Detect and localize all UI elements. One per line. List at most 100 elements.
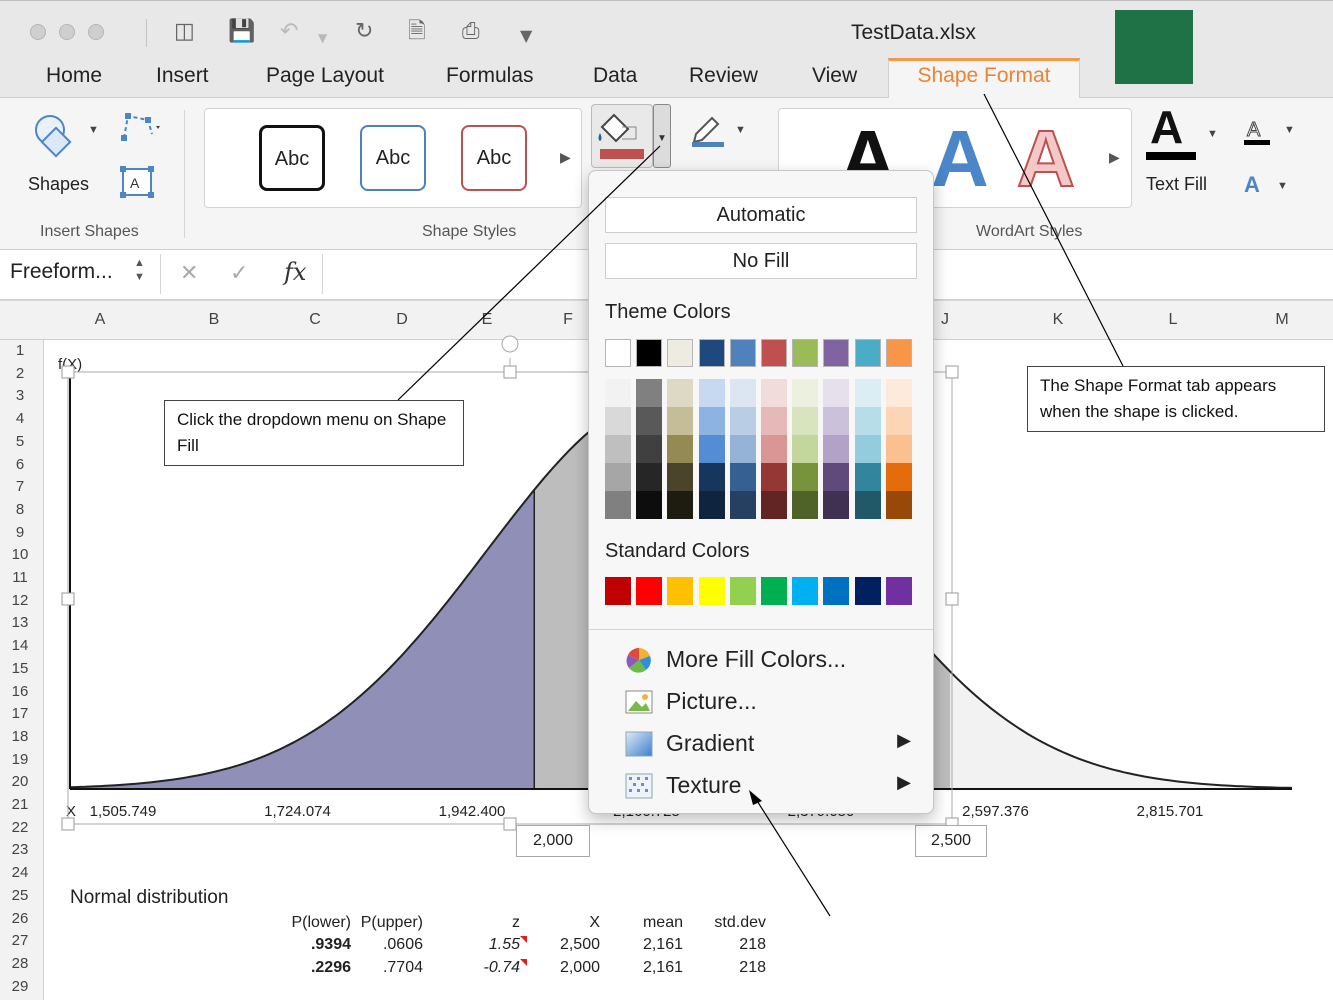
standard-color-swatch[interactable]	[885, 577, 912, 605]
theme-shade-swatch[interactable]	[667, 379, 694, 407]
theme-shade-swatch[interactable]	[636, 407, 663, 435]
theme-shade-swatch[interactable]	[761, 491, 787, 519]
texture-fill-item[interactable]: Texture ▶	[625, 768, 921, 804]
more-fill-colors-item[interactable]: More Fill Colors...	[625, 642, 921, 678]
theme-shade-swatch[interactable]	[636, 463, 663, 491]
theme-shade-swatch[interactable]	[605, 463, 631, 491]
theme-shade-swatch[interactable]	[854, 491, 881, 519]
theme-shade-swatch[interactable]	[667, 407, 694, 435]
theme-shade-swatch[interactable]	[761, 407, 787, 435]
standard-color-swatch[interactable]	[792, 577, 819, 605]
table-cell[interactable]: 2,000	[560, 959, 600, 977]
theme-shade-swatch[interactable]	[729, 379, 756, 407]
theme-shade-swatch[interactable]	[729, 491, 756, 519]
comment-indicator-icon[interactable]	[520, 959, 527, 966]
theme-shade-swatch[interactable]	[885, 407, 912, 435]
theme-shade-swatch[interactable]	[792, 491, 819, 519]
theme-shade-swatch[interactable]	[605, 407, 631, 435]
table-cell[interactable]: 218	[739, 936, 766, 954]
theme-shade-swatch[interactable]	[729, 407, 756, 435]
standard-color-swatch[interactable]	[729, 577, 756, 605]
theme-shade-swatch[interactable]	[854, 435, 881, 463]
theme-shade-swatch[interactable]	[885, 379, 912, 407]
standard-color-swatch[interactable]	[761, 577, 787, 605]
table-cell[interactable]: -0.74	[484, 959, 520, 977]
theme-shade-swatch[interactable]	[667, 491, 694, 519]
theme-shade-swatch[interactable]	[698, 407, 725, 435]
standard-color-swatch[interactable]	[854, 577, 881, 605]
picture-fill-item[interactable]: Picture...	[625, 684, 921, 720]
resize-handle	[503, 365, 517, 379]
table-header[interactable]: X	[589, 914, 600, 932]
theme-color-swatch[interactable]	[698, 339, 725, 367]
standard-color-swatch[interactable]	[605, 577, 631, 605]
theme-shade-swatch[interactable]	[698, 435, 725, 463]
comment-indicator-icon[interactable]	[520, 936, 527, 943]
table-header[interactable]: P(upper)	[361, 914, 423, 932]
theme-color-swatch[interactable]	[636, 339, 663, 367]
theme-shade-swatch[interactable]	[823, 491, 850, 519]
table-cell[interactable]: 2,161	[643, 936, 683, 954]
standard-color-swatch[interactable]	[698, 577, 725, 605]
theme-shade-swatch[interactable]	[698, 379, 725, 407]
theme-shade-swatch[interactable]	[761, 463, 787, 491]
theme-shade-swatch[interactable]	[792, 407, 819, 435]
theme-color-swatch[interactable]	[729, 339, 756, 367]
table-cell[interactable]: 218	[739, 959, 766, 977]
no-fill-button[interactable]: No Fill	[605, 243, 917, 279]
theme-shade-swatch[interactable]	[605, 491, 631, 519]
standard-color-swatch[interactable]	[823, 577, 850, 605]
table-header[interactable]: std.dev	[714, 914, 766, 932]
theme-shade-swatch[interactable]	[854, 463, 881, 491]
theme-shade-swatch[interactable]	[761, 379, 787, 407]
theme-shade-swatch[interactable]	[729, 463, 756, 491]
table-cell[interactable]: 2,500	[560, 936, 600, 954]
more-fill-colors-label: More Fill Colors...	[666, 646, 847, 672]
table-cell[interactable]: 1.55	[489, 936, 520, 954]
theme-color-swatch[interactable]	[823, 339, 850, 367]
table-cell[interactable]: .7704	[383, 959, 423, 977]
table-header[interactable]: z	[512, 914, 520, 932]
theme-shade-swatch[interactable]	[854, 379, 881, 407]
table-cell[interactable]: .0606	[383, 936, 423, 954]
theme-shade-swatch[interactable]	[792, 379, 819, 407]
theme-shade-swatch[interactable]	[698, 463, 725, 491]
theme-shade-swatch[interactable]	[823, 463, 850, 491]
standard-color-swatch[interactable]	[636, 577, 663, 605]
theme-color-swatch[interactable]	[667, 339, 694, 367]
theme-shade-swatch[interactable]	[636, 491, 663, 519]
theme-shade-swatch[interactable]	[698, 491, 725, 519]
theme-shade-swatch[interactable]	[792, 463, 819, 491]
theme-shade-swatch[interactable]	[729, 435, 756, 463]
standard-color-swatch[interactable]	[667, 577, 694, 605]
theme-color-swatch[interactable]	[885, 339, 912, 367]
theme-shade-swatch[interactable]	[885, 491, 912, 519]
theme-shade-swatch[interactable]	[885, 463, 912, 491]
theme-color-swatch[interactable]	[605, 339, 631, 367]
theme-shade-swatch[interactable]	[636, 435, 663, 463]
table-header[interactable]: mean	[643, 914, 683, 932]
theme-shade-swatch[interactable]	[667, 435, 694, 463]
theme-shade-swatch[interactable]	[823, 407, 850, 435]
automatic-fill-button[interactable]: Automatic	[605, 197, 917, 233]
table-title: Normal distribution	[70, 887, 229, 908]
theme-shade-swatch[interactable]	[823, 379, 850, 407]
table-cell[interactable]: 2,161	[643, 959, 683, 977]
table-header[interactable]: P(lower)	[291, 914, 351, 932]
theme-shade-swatch[interactable]	[885, 435, 912, 463]
theme-color-swatch[interactable]	[854, 339, 881, 367]
theme-shade-swatch[interactable]	[854, 407, 881, 435]
x-tick-label: 1,942.400	[439, 803, 506, 820]
gradient-fill-item[interactable]: Gradient ▶	[625, 726, 921, 762]
table-cell[interactable]: .2296	[311, 959, 351, 977]
table-cell[interactable]: .9394	[311, 936, 351, 954]
theme-shade-swatch[interactable]	[823, 435, 850, 463]
theme-shade-swatch[interactable]	[605, 435, 631, 463]
theme-color-swatch[interactable]	[792, 339, 819, 367]
theme-shade-swatch[interactable]	[636, 379, 663, 407]
theme-shade-swatch[interactable]	[792, 435, 819, 463]
theme-color-swatch[interactable]	[761, 339, 787, 367]
theme-shade-swatch[interactable]	[605, 379, 631, 407]
theme-shade-swatch[interactable]	[761, 435, 787, 463]
theme-shade-swatch[interactable]	[667, 463, 694, 491]
